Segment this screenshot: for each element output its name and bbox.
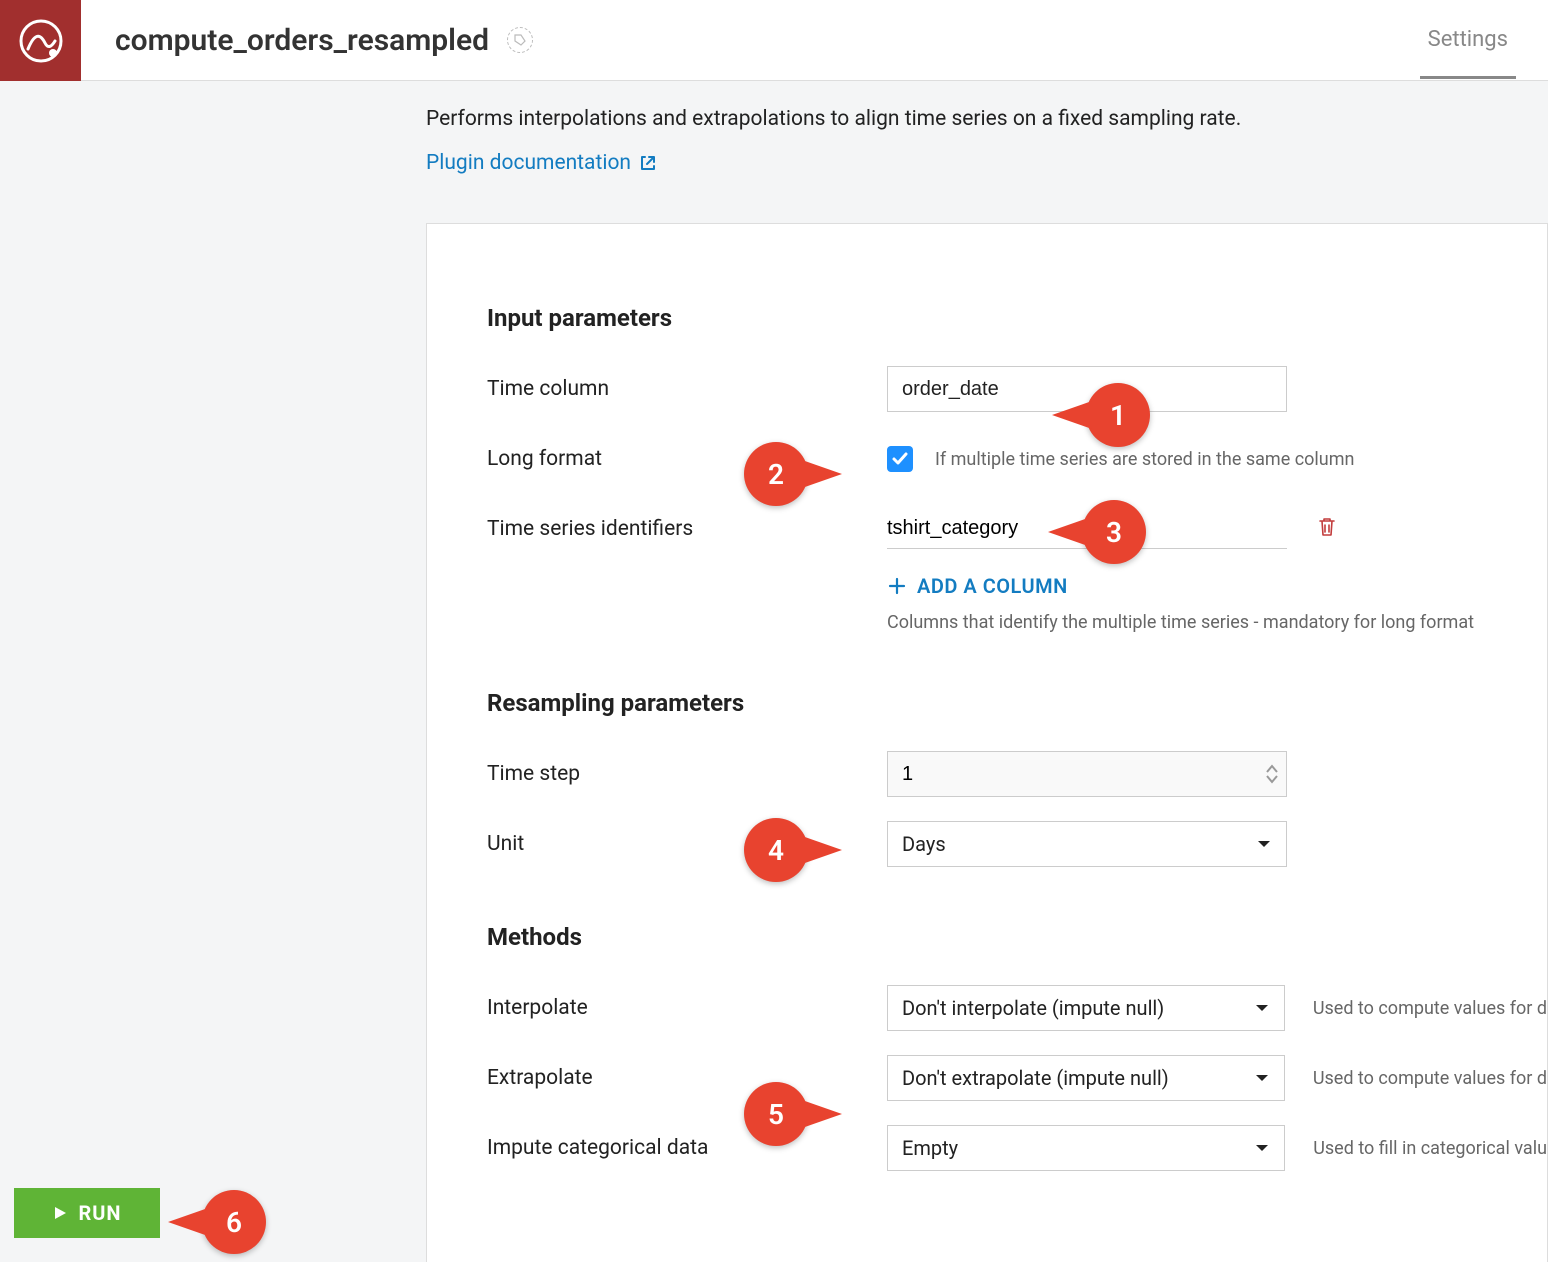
app-logo xyxy=(0,0,81,81)
label-impute-cat: Impute categorical data xyxy=(487,1136,887,1160)
time-column-input[interactable] xyxy=(887,366,1287,412)
hint-interpolate: Used to compute values for d xyxy=(1313,998,1547,1019)
time-step-stepper[interactable] xyxy=(887,751,1287,797)
page-title: compute_orders_resampled xyxy=(115,23,489,58)
extrapolate-select[interactable]: Don't extrapolate (impute null) xyxy=(887,1055,1285,1101)
section-methods: Methods xyxy=(487,923,1547,951)
extrapolate-value: Don't extrapolate (impute null) xyxy=(902,1066,1169,1090)
header-bar: compute_orders_resampled Settings xyxy=(0,0,1548,81)
unit-select[interactable]: Days xyxy=(887,821,1287,867)
content-area: Performs interpolations and extrapolatio… xyxy=(0,81,1548,1262)
label-ts-identifiers: Time series identifiers xyxy=(487,517,887,541)
run-label: RUN xyxy=(78,1201,121,1225)
section-resampling: Resampling parameters xyxy=(487,689,1547,717)
interpolate-select[interactable]: Don't interpolate (impute null) xyxy=(887,985,1285,1031)
label-time-step: Time step xyxy=(487,762,887,786)
recipe-description: Performs interpolations and extrapolatio… xyxy=(0,81,1548,131)
section-input-params: Input parameters xyxy=(487,304,1547,332)
label-time-column: Time column xyxy=(487,377,887,401)
tag-icon[interactable] xyxy=(507,27,533,53)
label-unit: Unit xyxy=(487,832,887,856)
label-long-format: Long format xyxy=(487,447,887,471)
add-column-label: ADD A COLUMN xyxy=(917,574,1068,598)
chevron-down-icon xyxy=(1256,836,1272,852)
play-icon xyxy=(52,1205,68,1221)
impute-cat-value: Empty xyxy=(902,1136,958,1160)
unit-value: Days xyxy=(902,832,946,856)
stepper-arrows-icon[interactable] xyxy=(1265,764,1279,784)
trash-icon xyxy=(1315,515,1339,539)
plus-icon xyxy=(887,576,907,596)
run-button[interactable]: RUN xyxy=(14,1188,160,1238)
hint-ts-identifiers: Columns that identify the multiple time … xyxy=(887,612,1547,633)
add-column-button[interactable]: ADD A COLUMN xyxy=(887,574,1547,598)
flow-icon xyxy=(19,19,63,63)
chevron-down-icon xyxy=(1254,1000,1270,1016)
label-interpolate: Interpolate xyxy=(487,996,887,1020)
settings-panel: Input parameters Time column Long format… xyxy=(426,223,1548,1262)
long-format-checkbox[interactable] xyxy=(887,446,913,472)
title-area: compute_orders_resampled xyxy=(81,0,1420,80)
label-extrapolate: Extrapolate xyxy=(487,1066,887,1090)
hint-extrapolate: Used to compute values for d xyxy=(1313,1068,1547,1089)
check-icon xyxy=(891,450,909,468)
hint-long-format: If multiple time series are stored in th… xyxy=(935,449,1354,470)
header-right: Settings xyxy=(1420,0,1548,80)
time-step-input[interactable] xyxy=(887,751,1287,797)
interpolate-value: Don't interpolate (impute null) xyxy=(902,996,1164,1020)
hint-impute-cat: Used to fill in categorical valu xyxy=(1313,1138,1547,1159)
chevron-down-icon xyxy=(1254,1140,1270,1156)
impute-cat-select[interactable]: Empty xyxy=(887,1125,1285,1171)
delete-identifier-button[interactable] xyxy=(1315,515,1339,543)
external-link-icon xyxy=(639,154,657,172)
tab-settings[interactable]: Settings xyxy=(1420,1,1516,79)
ts-identifier-input[interactable] xyxy=(887,509,1287,549)
doc-link-text: Plugin documentation xyxy=(426,151,631,175)
chevron-down-icon xyxy=(1254,1070,1270,1086)
plugin-doc-link[interactable]: Plugin documentation xyxy=(426,151,1548,175)
